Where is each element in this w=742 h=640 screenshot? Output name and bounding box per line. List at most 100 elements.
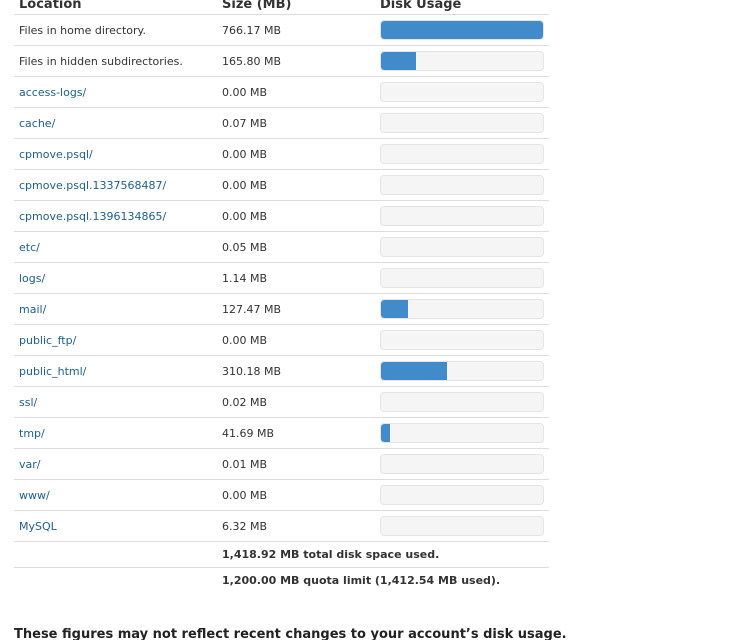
location-label: Files in hidden subdirectories. [19,54,183,68]
disk-usage-bar [380,330,544,350]
table-row: etc/0.05 MB [14,231,549,262]
size-value: 0.00 MB [222,333,268,347]
disk-usage-bar [380,392,544,412]
disk-usage-cell [380,51,549,71]
disk-usage-cell [380,268,549,288]
disk-usage-bar-fill [381,424,390,442]
table-row: logs/1.14 MB [14,262,549,293]
disk-usage-cell [380,485,549,505]
location-link[interactable]: tmp/ [14,427,222,440]
location-link[interactable]: access-logs/ [14,86,222,99]
disk-usage-page: Location Size (MB) Disk Usage Files in h… [0,0,742,640]
table-row: public_html/310.18 MB [14,355,549,386]
size-value: 0.07 MB [222,116,268,130]
table-row: cpmove.psql/0.00 MB [14,138,549,169]
disk-usage-bar [380,20,544,40]
size-value: 0.00 MB [222,209,268,223]
location-link[interactable]: public_ftp/ [14,334,222,347]
table-header: Location Size (MB) Disk Usage [14,0,549,14]
disk-usage-bar-fill [381,362,447,380]
table-body: Files in home directory. 766.17 MB Files i… [14,14,549,541]
location-link[interactable]: var/ [14,458,222,471]
table-row: Files in hidden subdirectories. 165.80 MB [14,45,549,76]
size-value: 0.01 MB [222,457,268,471]
size-value: 1.14 MB [222,271,268,285]
location-link[interactable]: cpmove.psql/ [14,148,222,161]
disk-usage-cell [380,20,549,40]
location-link[interactable]: cache/ [14,117,222,130]
disk-usage-cell [380,392,549,412]
total-row: 1,418.92 MB total disk space used. [14,541,549,567]
disk-usage-bar [380,485,544,505]
disk-usage-bar [380,268,544,288]
size-value: 0.00 MB [222,147,268,161]
location-link[interactable]: logs/ [14,272,222,285]
disk-usage-cell [380,144,549,164]
total-disk-used: 1,418.92 MB total disk space used. [222,548,440,561]
location-link[interactable]: cpmove.psql.1396134865/ [14,210,222,223]
table-row: public_ftp/0.00 MB [14,324,549,355]
location-link[interactable]: mail/ [14,303,222,316]
disk-usage-bar [380,113,544,133]
location-link[interactable]: public_html/ [14,365,222,378]
table-row: cache/0.07 MB [14,107,549,138]
table-row: cpmove.psql.1337568487/0.00 MB [14,169,549,200]
location-link[interactable]: ssl/ [14,396,222,409]
table-row: access-logs/0.00 MB [14,76,549,107]
disk-usage-bar [380,516,544,536]
disk-usage-cell [380,361,549,381]
disk-usage-bar [380,423,544,443]
disk-usage-cell [380,113,549,133]
location-link[interactable]: MySQL [14,520,222,533]
table-row: cpmove.psql.1396134865/0.00 MB [14,200,549,231]
disk-usage-cell [380,237,549,257]
disk-usage-note: These figures may not reflect recent cha… [14,627,567,640]
disk-usage-bar [380,454,544,474]
disk-usage-bar [380,299,544,319]
table-row: www/0.00 MB [14,479,549,510]
table-row: ssl/0.02 MB [14,386,549,417]
size-value: 165.80 MB [222,54,282,68]
size-value: 310.18 MB [222,364,282,378]
quota-limit: 1,200.00 MB quota limit (1,412.54 MB use… [222,574,501,587]
disk-usage-bar-fill [381,52,417,70]
location-link[interactable]: www/ [14,489,222,502]
disk-usage-cell [380,516,549,536]
disk-usage-bar [380,237,544,257]
disk-usage-bar [380,144,544,164]
disk-usage-bar [380,82,544,102]
size-value: 0.00 MB [222,178,268,192]
size-value: 0.00 MB [222,488,268,502]
disk-usage-bar [380,51,544,71]
size-value: 0.00 MB [222,85,268,99]
disk-usage-cell [380,206,549,226]
disk-usage-bar [380,206,544,226]
disk-usage-cell [380,299,549,319]
size-value: 0.05 MB [222,240,268,254]
location-link[interactable]: etc/ [14,241,222,254]
size-value: 41.69 MB [222,426,275,440]
header-disk-usage: Disk Usage [380,0,462,12]
disk-usage-bar [380,361,544,381]
disk-usage-table: Location Size (MB) Disk Usage Files in h… [14,0,549,593]
header-location: Location [19,0,82,12]
table-row: mail/127.47 MB [14,293,549,324]
size-value: 0.02 MB [222,395,268,409]
size-value: 127.47 MB [222,302,282,316]
size-value: 766.17 MB [222,23,282,37]
table-row: Files in home directory. 766.17 MB [14,14,549,45]
location-label: Files in home directory. [19,23,146,37]
header-size: Size (MB) [222,0,292,12]
disk-usage-bar-fill [381,21,543,39]
disk-usage-bar [380,175,544,195]
table-row: var/0.01 MB [14,448,549,479]
disk-usage-cell [380,454,549,474]
disk-usage-cell [380,82,549,102]
table-row: tmp/41.69 MB [14,417,549,448]
size-value: 6.32 MB [222,519,268,533]
disk-usage-cell [380,330,549,350]
disk-usage-cell [380,423,549,443]
location-link[interactable]: cpmove.psql.1337568487/ [14,179,222,192]
quota-row: 1,200.00 MB quota limit (1,412.54 MB use… [14,567,549,593]
table-row: MySQL 6.32 MB [14,510,549,541]
